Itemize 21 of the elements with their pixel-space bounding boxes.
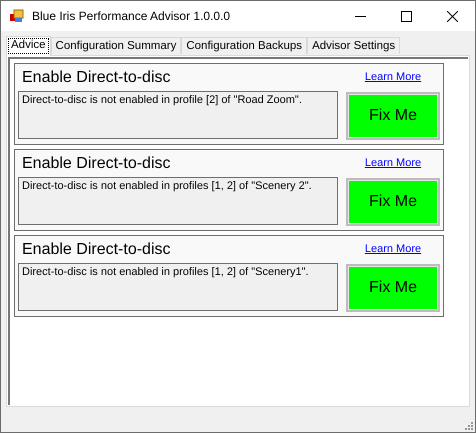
fix-me-button[interactable]: Fix Me: [346, 92, 440, 140]
learn-more-link[interactable]: Learn More: [364, 71, 422, 91]
tab[interactable]: Configuration Backups: [181, 37, 308, 54]
learn-more-link[interactable]: Learn More: [364, 243, 422, 263]
close-icon: [446, 10, 458, 22]
resize-grip-icon: [465, 422, 473, 430]
fix-me-button[interactable]: Fix Me: [346, 178, 440, 226]
advice-title: Enable Direct-to-disc: [21, 241, 172, 260]
learn-more-link[interactable]: Learn More: [364, 157, 422, 177]
message-box: Direct-to-disc is not enabled in profile [2] of "Road Zoom".: [18, 91, 338, 139]
fix-me-button[interactable]: Fix Me: [346, 264, 440, 312]
message-box: Direct-to-disc is not enabled in profiles [1, 2] of "Scenery 2".: [18, 177, 338, 225]
message-box: Direct-to-disc is not enabled in profiles [1, 2] of "Scenery1".: [18, 263, 338, 311]
app-icon: [9, 8, 25, 24]
tab[interactable]: Configuration Summary: [50, 37, 182, 54]
advice-title: Enable Direct-to-disc: [21, 155, 172, 174]
tab[interactable]: Advice: [6, 36, 51, 56]
maximize-icon: [400, 10, 412, 22]
window-title: Blue Iris Performance Advisor 1.0.0.0: [32, 9, 232, 23]
advice-title: Enable Direct-to-disc: [21, 69, 172, 88]
tab[interactable]: Advisor Settings: [307, 37, 400, 54]
